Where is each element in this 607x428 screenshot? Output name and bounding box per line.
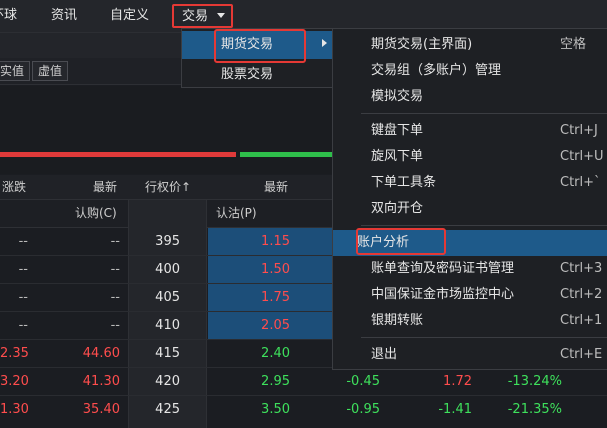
menu-item-shortcut: Ctrl+` xyxy=(560,175,601,190)
menu-item-shortcut: 空格 xyxy=(560,37,587,52)
menu-item-label: 模拟交易 xyxy=(371,89,424,104)
call-progress-bar xyxy=(0,152,236,157)
cell-put-pct: -13.24% xyxy=(507,374,562,389)
menu-item-label: 中国保证金市场监控中心 xyxy=(371,287,515,302)
cell-put-change: -0.45 xyxy=(346,374,380,389)
cell-strike: 415 xyxy=(155,346,180,361)
menu-separator xyxy=(361,337,607,338)
header-put-last[interactable]: 最新 xyxy=(264,175,288,200)
put-label: 认沽(P) xyxy=(216,206,257,220)
menu-separator xyxy=(361,225,607,226)
cell-put-last: 2.05 xyxy=(261,318,290,333)
cell-call-last: -- xyxy=(110,234,120,249)
cell-call-last: 35.40 xyxy=(82,402,120,417)
menu-item-simulated[interactable]: 模拟交易 xyxy=(333,84,607,110)
menu-trade-label: 交易 xyxy=(182,9,209,24)
menu-item-exit[interactable]: 退出 Ctrl+E xyxy=(333,342,607,368)
menu-item-bank-transfer[interactable]: 银期转账 Ctrl+1 xyxy=(333,308,607,334)
out-of-the-money-button[interactable]: 虚值 xyxy=(32,61,69,81)
menu-item-shortcut: Ctrl+E xyxy=(560,347,603,362)
menu-custom[interactable]: 自定义 xyxy=(110,0,149,32)
in-the-money-button[interactable]: 实值 xyxy=(0,61,31,81)
menu-item-statement-query[interactable]: 账单查询及密码证书管理 Ctrl+3 xyxy=(333,256,607,282)
cell-put-last: 1.15 xyxy=(261,234,290,249)
menu-item-order-toolbar[interactable]: 下单工具条 Ctrl+` xyxy=(333,170,607,196)
cell-put-last: 1.50 xyxy=(261,262,290,277)
cell-change: -- xyxy=(18,290,28,305)
chevron-right-icon xyxy=(322,39,327,47)
cell-put-last: 2.95 xyxy=(261,374,290,389)
futures-submenu: 期货交易(主界面) 空格 交易组（多账户）管理 模拟交易 键盘下单 Ctrl+J 旋… xyxy=(332,28,607,370)
menu-item-keyboard-order[interactable]: 键盘下单 Ctrl+J xyxy=(333,118,607,144)
menu-item-shortcut: Ctrl+1 xyxy=(560,313,603,328)
header-strike[interactable]: 行权价↑ xyxy=(145,175,191,200)
table-row[interactable]: 1.30 35.40 425 3.50 -0.95 -1.41 -21.35% xyxy=(0,396,607,424)
menu-item-two-way-open[interactable]: 双向开仓 xyxy=(333,196,607,222)
caret-down-icon xyxy=(217,13,226,18)
cell-call-last: -- xyxy=(110,318,120,333)
account-analysis-highlight-box xyxy=(356,228,446,255)
menu-item-label: 键盘下单 xyxy=(371,123,424,138)
menu-item-label: 退出 xyxy=(371,347,398,362)
cell-change: 2.35 xyxy=(0,346,29,361)
cell-strike: 400 xyxy=(155,262,180,277)
put-progress-bar xyxy=(240,152,340,157)
cell-change: 3.20 xyxy=(0,374,29,389)
menu-item-trade-group[interactable]: 交易组（多账户）管理 xyxy=(333,58,607,84)
cell-call-last: 41.30 xyxy=(82,374,120,389)
cell-change: -- xyxy=(18,262,28,277)
futures-highlight-box xyxy=(214,29,306,63)
menu-item-label: 下单工具条 xyxy=(371,175,437,190)
menu-item-label: 旋风下单 xyxy=(371,149,424,164)
cell-strike: 425 xyxy=(155,402,180,417)
header-call-last[interactable]: 最新 xyxy=(93,175,117,200)
cell-strike: 420 xyxy=(155,374,180,389)
menu-global[interactable]: 环球 xyxy=(0,0,17,32)
cell-strike: 395 xyxy=(155,234,180,249)
cell-change: -- xyxy=(18,318,28,333)
menu-item-label: 账单查询及密码证书管理 xyxy=(371,261,515,276)
menu-item-stocks[interactable]: 股票交易 xyxy=(182,61,332,89)
table-row[interactable]: 3.20 41.30 420 2.95 -0.45 1.72 -13.24% xyxy=(0,368,607,396)
cell-call-last: 44.60 xyxy=(82,346,120,361)
cell-change: -- xyxy=(18,234,28,249)
cell-put-last: 1.75 xyxy=(261,290,290,305)
cell-put-last: 2.40 xyxy=(261,346,290,361)
cell-put-pct: -21.35% xyxy=(507,402,562,417)
cell-change: 1.30 xyxy=(0,402,29,417)
menu-item-label: 银期转账 xyxy=(371,313,424,328)
header-change[interactable]: 涨跌 xyxy=(2,175,26,200)
menu-news[interactable]: 资讯 xyxy=(51,0,77,32)
menu-item-shortcut: Ctrl+3 xyxy=(560,261,603,276)
menu-trade[interactable]: 交易 xyxy=(172,4,234,28)
menu-item-label: 期货交易(主界面) xyxy=(371,37,473,52)
menu-item-label: 交易组（多账户）管理 xyxy=(371,63,502,78)
menu-item-label: 双向开仓 xyxy=(371,201,424,216)
cell-put-other: -1.41 xyxy=(438,402,472,417)
menu-item-cyclone-order[interactable]: 旋风下单 Ctrl+U xyxy=(333,144,607,170)
menu-separator xyxy=(361,113,607,114)
cell-strike: 410 xyxy=(155,318,180,333)
cell-put-last: 3.50 xyxy=(261,402,290,417)
menu-item-shortcut: Ctrl+J xyxy=(560,123,598,138)
menu-item-shortcut: Ctrl+U xyxy=(560,149,604,164)
menu-item-futures-main[interactable]: 期货交易(主界面) 空格 xyxy=(333,32,607,58)
menu-item-shortcut: Ctrl+2 xyxy=(560,287,603,302)
strike-subheader-bg xyxy=(128,200,207,228)
menu-item-margin-monitor[interactable]: 中国保证金市场监控中心 Ctrl+2 xyxy=(333,282,607,308)
cell-call-last: -- xyxy=(110,262,120,277)
cell-put-change: -0.95 xyxy=(346,402,380,417)
cell-put-other: 1.72 xyxy=(443,374,472,389)
cell-strike: 405 xyxy=(155,290,180,305)
call-label: 认购(C) xyxy=(75,206,117,220)
cell-call-last: -- xyxy=(110,290,120,305)
